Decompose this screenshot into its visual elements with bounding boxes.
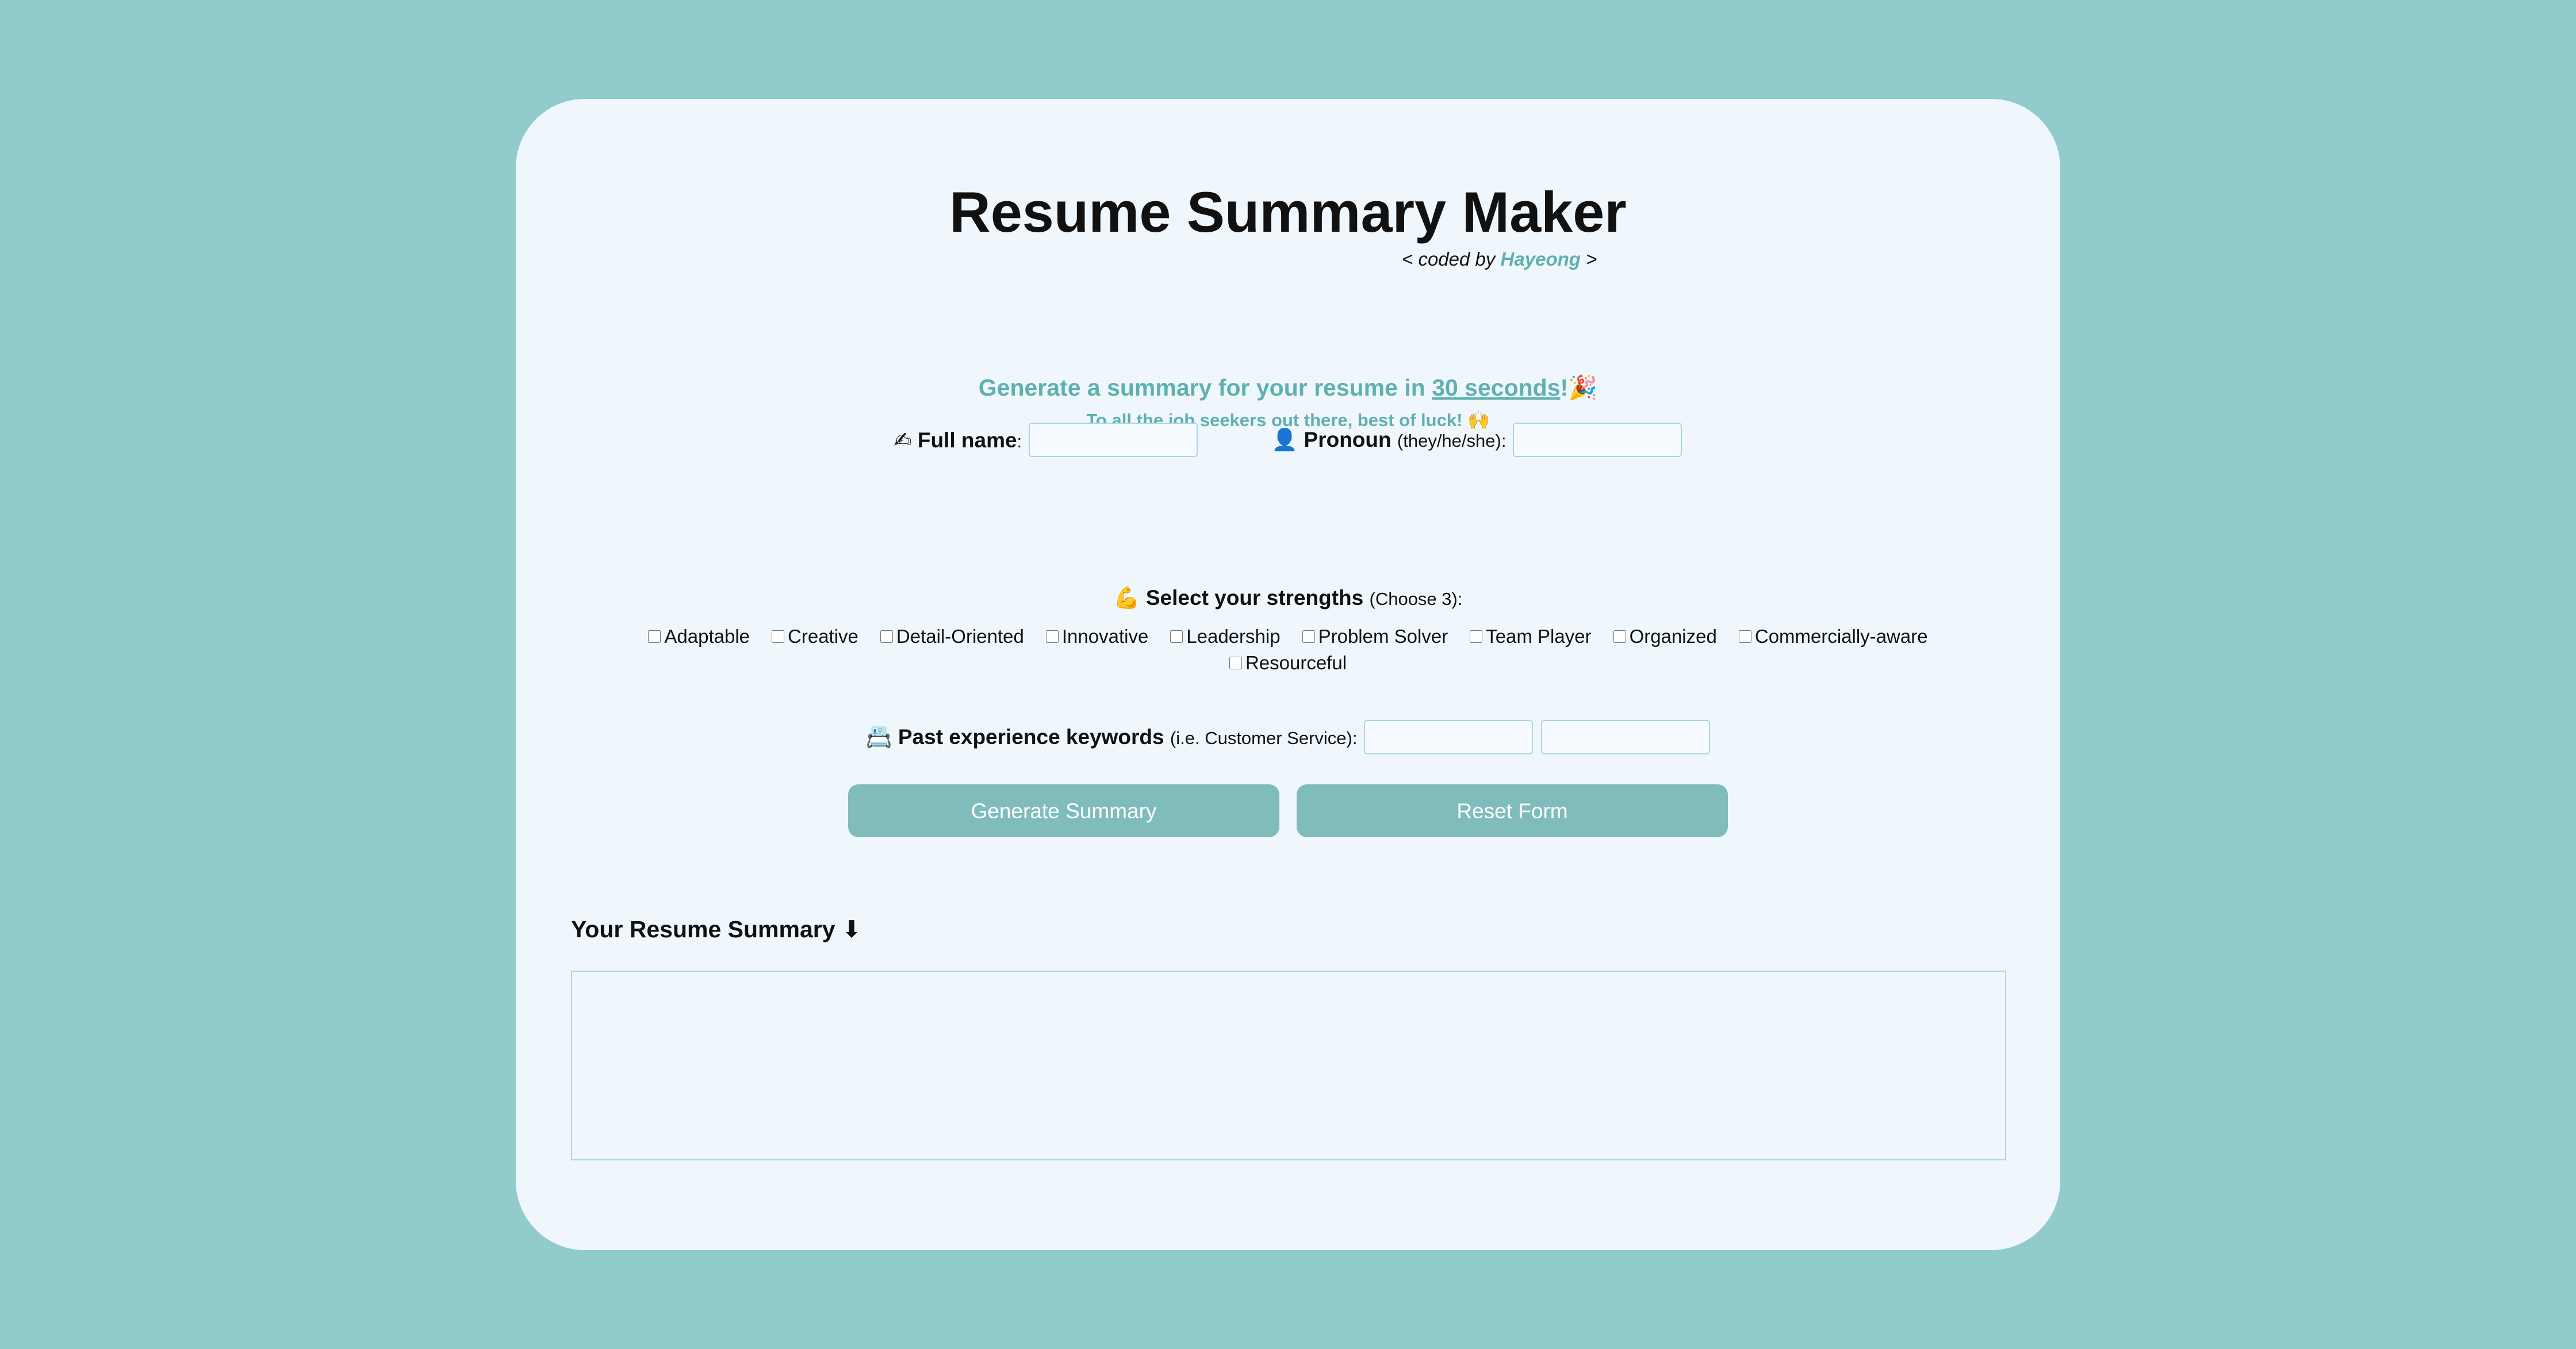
strength-option-label: Organized [1629, 626, 1717, 647]
keyword-input-1[interactable] [1364, 720, 1534, 754]
byline: < coded by Hayeong > [1402, 248, 1597, 270]
strength-option[interactable]: Problem Solver [1302, 626, 1448, 647]
strength-checkbox[interactable] [1302, 630, 1315, 643]
strengths-heading: 💪 Select your strengths (Choose 3): [516, 581, 2060, 615]
tagline: Generate a summary for your resume in 30… [516, 374, 2060, 402]
pronoun-label: 👤 Pronoun (they/he/she): [1271, 427, 1506, 452]
pronoun-input[interactable] [1513, 423, 1682, 457]
keyword-input-2[interactable] [1541, 720, 1711, 754]
down-arrow-icon: ⬇ [841, 915, 862, 943]
tagline-highlight: 30 seconds [1432, 374, 1561, 401]
tagline-suffix: ! [1560, 374, 1569, 401]
strength-checkbox[interactable] [880, 630, 893, 643]
strength-checkbox[interactable] [1170, 630, 1183, 643]
name-pronoun-row: ✍ Full name: 👤 Pronoun (they/he/she): [516, 420, 2060, 460]
strength-checkbox[interactable] [1470, 630, 1483, 643]
writing-hand-icon: ✍ [894, 427, 912, 453]
fullname-label: ✍ Full name: [894, 427, 1022, 453]
strength-checkbox[interactable] [1045, 630, 1059, 643]
strength-option-label: Resourceful [1245, 652, 1347, 673]
generate-summary-button[interactable]: Generate Summary [848, 784, 1279, 837]
summary-heading: Your Resume Summary ⬇ [571, 915, 861, 943]
strength-option-label: Team Player [1486, 626, 1592, 647]
strength-option[interactable]: Creative [772, 626, 858, 647]
strength-option-label: Leadership [1186, 626, 1281, 647]
strengths-label: Select your strengths [1145, 586, 1364, 610]
strength-option-label: Innovative [1061, 626, 1149, 647]
strength-option[interactable]: Detail-Oriented [880, 626, 1024, 647]
strength-checkbox[interactable] [1229, 657, 1242, 669]
reset-form-button[interactable]: Reset Form [1297, 784, 1728, 837]
party-popper-icon: 🎉 [1568, 374, 1598, 401]
strength-option[interactable]: Innovative [1045, 626, 1149, 647]
author-link[interactable]: Hayeong [1501, 248, 1581, 270]
strength-option-label: Problem Solver [1318, 626, 1448, 647]
byline-suffix: > [1586, 248, 1597, 270]
strength-option-label: Adaptable [664, 626, 750, 647]
strength-option[interactable]: Adaptable [648, 626, 750, 647]
flexed-bicep-icon: 💪 [1113, 585, 1140, 610]
tagline-prefix: Generate a summary for your resume in [978, 374, 1425, 401]
page-title: Resume Summary Maker [949, 180, 1627, 244]
briefcase-icon: 📇 [865, 725, 892, 749]
strength-option[interactable]: Resourceful [1229, 652, 1347, 674]
strength-option[interactable]: Organized [1613, 626, 1717, 647]
fullname-input[interactable] [1029, 423, 1198, 457]
strength-option[interactable]: Team Player [1470, 626, 1592, 647]
strength-checkbox[interactable] [1738, 630, 1751, 643]
strength-checkbox[interactable] [1613, 630, 1626, 643]
strength-checkbox[interactable] [772, 630, 785, 643]
strength-checkbox[interactable] [648, 630, 661, 643]
strength-option-label: Commercially-aware [1754, 626, 1928, 647]
strengths-hint: (Choose 3): [1369, 589, 1463, 609]
strength-option[interactable]: Leadership [1170, 626, 1281, 647]
summary-heading-text: Your Resume Summary [571, 916, 835, 942]
strength-option-label: Detail-Oriented [896, 626, 1024, 647]
strength-option[interactable]: Commercially-aware [1738, 626, 1928, 647]
main-card: Resume Summary Maker < coded by Hayeong … [516, 99, 2060, 1250]
byline-prefix: < coded by [1402, 248, 1496, 270]
keywords-row: 📇 Past experience keywords (i.e. Custome… [516, 717, 2060, 757]
strengths-checkbox-group: Adaptable Creative Detail-Oriented Innovati… [608, 626, 1968, 674]
summary-output[interactable] [571, 971, 2006, 1160]
strength-option-label: Creative [788, 626, 858, 647]
person-silhouette-icon: 👤 [1271, 427, 1298, 452]
keywords-label: 📇 Past experience keywords (i.e. Custome… [865, 725, 1358, 749]
